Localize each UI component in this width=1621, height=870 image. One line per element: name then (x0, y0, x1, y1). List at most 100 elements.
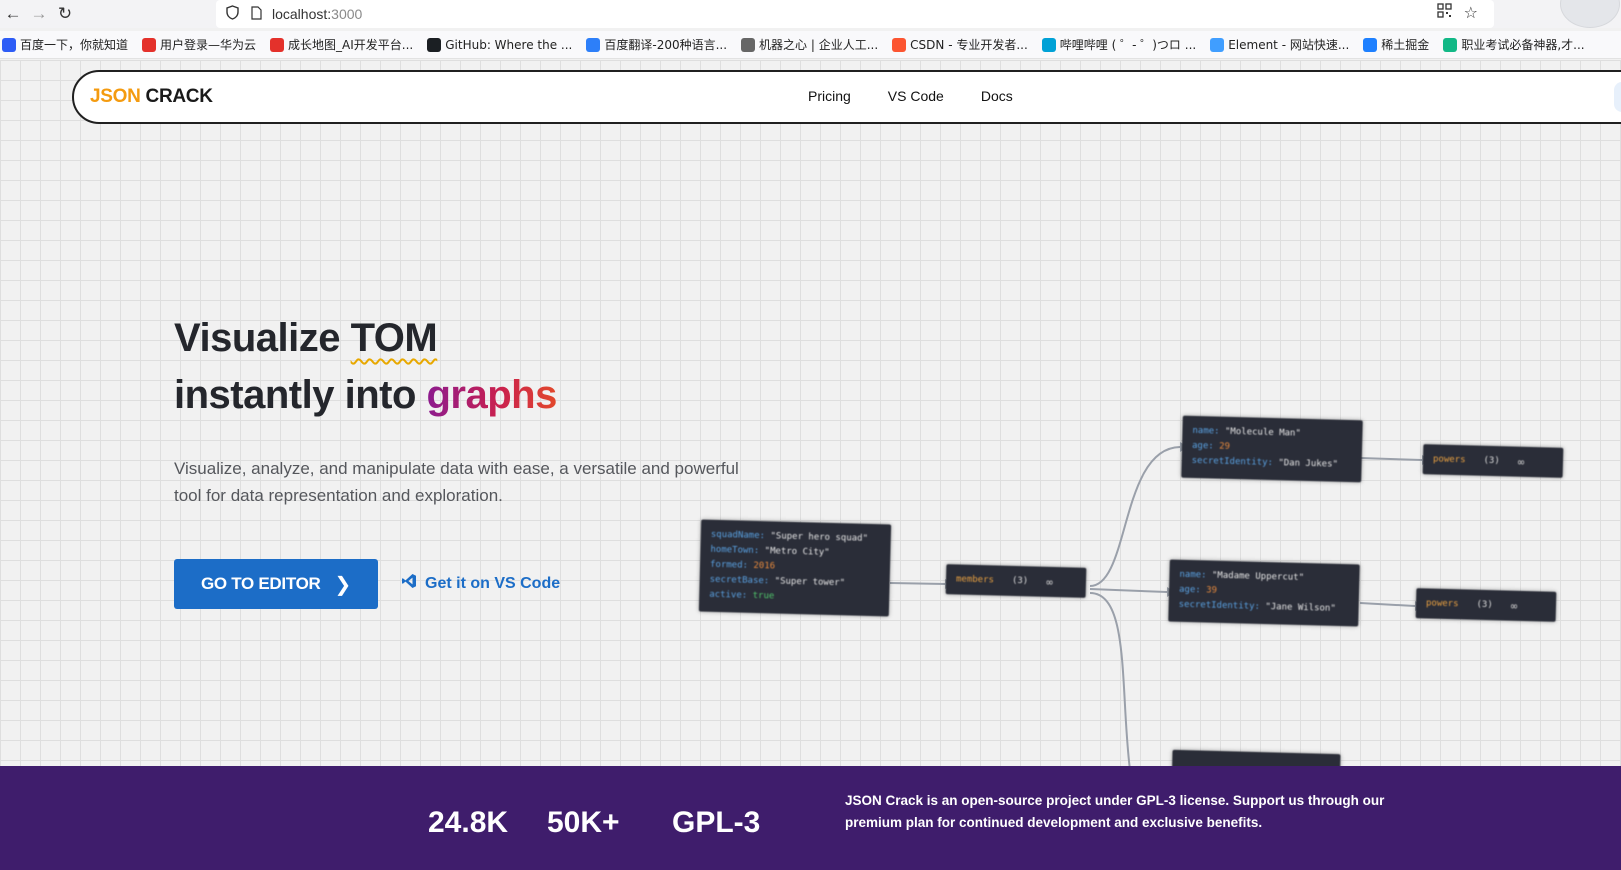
stats-band: 24.8K 50K+ GPL-3 JSON Crack is an open-s… (0, 766, 1621, 870)
node-key: secretBase: (709, 574, 775, 587)
node-value: "Dan Jukes" (1278, 458, 1339, 470)
node-key: formed: (709, 559, 754, 571)
graph-node-members: members (3) ∞ (945, 564, 1087, 598)
address-bar[interactable]: localhost: 3000 ☆ (216, 0, 1494, 28)
forward-arrow-icon[interactable]: → (26, 1, 52, 27)
bookmark-label: 百度翻译-200种语言... (604, 38, 728, 52)
node-key: active: (709, 589, 753, 601)
node-row: active: true (709, 588, 879, 607)
bookmark-favicon-icon (741, 37, 756, 52)
bookmark-label: GitHub: Where the ... (445, 37, 573, 52)
bookmark-item[interactable]: 哔哩哔哩 ( ゜- ゜)つロ ... (1041, 36, 1197, 53)
node-key: age: (1191, 440, 1220, 452)
bookmark-item[interactable]: CSDN - 专业开发者... (892, 36, 1028, 53)
graph-node-member-2: name: "Madame Uppercut" age: 39 secretIden… (1168, 559, 1360, 627)
page-icon (251, 5, 262, 23)
node-key: age: (1178, 584, 1207, 596)
logo-json: JSON (90, 86, 141, 107)
graph-node-powers-2: powers (3) ∞ (1415, 588, 1557, 622)
bookmark-item[interactable]: 用户登录—华为云 (142, 36, 256, 53)
node-value: "Madame Uppercut" (1211, 570, 1305, 584)
title-tom: TOM (350, 316, 438, 360)
vscode-icon (401, 573, 417, 594)
chevron-right-icon: ❯ (334, 573, 352, 596)
bookmark-item[interactable]: 职业考试必备神器,才... (1443, 36, 1585, 53)
bookmark-label: 职业考试必备神器,才... (1461, 38, 1585, 52)
bookmark-item[interactable]: 稀土掘金 (1363, 36, 1429, 53)
bookmark-label: 哔哩哔哩 ( ゜- ゜)つロ ... (1059, 38, 1197, 52)
url-host: localhost: (272, 6, 332, 22)
footer-description: JSON Crack is an open-source project und… (845, 793, 1385, 830)
cta-label: GO TO EDITOR (201, 574, 321, 593)
link-icon: ∞ (1510, 599, 1518, 613)
bookmark-favicon-icon (2, 37, 16, 52)
nav-vscode[interactable]: VS Code (888, 88, 944, 104)
node-value: 29 (1219, 441, 1231, 452)
page-canvas: JSON CRACK Pricing VS Code Docs Visualiz… (0, 60, 1621, 870)
powers-2-label: powers (1425, 597, 1459, 609)
go-to-editor-button[interactable]: GO TO EDITOR ❯ (174, 559, 378, 609)
bookmark-favicon-icon (586, 37, 601, 52)
node-key: name: (1179, 569, 1213, 581)
bookmark-favicon-icon (427, 37, 442, 52)
powers-2-count: (3) (1476, 599, 1493, 610)
bookmark-label: Element - 网站快速... (1228, 38, 1350, 52)
bookmark-favicon-icon (1443, 37, 1458, 52)
node-value: "Metro City" (764, 546, 830, 558)
nav-docs[interactable]: Docs (981, 88, 1013, 104)
nav-pricing[interactable]: Pricing (808, 88, 851, 104)
header-action-button[interactable] (1614, 82, 1621, 112)
bookmark-label: CSDN - 专业开发者... (910, 38, 1028, 52)
title-graphs: graphs (426, 373, 558, 417)
site-header: JSON CRACK Pricing VS Code Docs (72, 70, 1621, 124)
node-value: "Super tower" (774, 576, 846, 589)
node-row: secretIdentity: "Jane Wilson" (1178, 598, 1348, 617)
shield-icon[interactable] (226, 5, 239, 23)
graph-node-member-1: name: "Molecule Man" age: 29 secretIdentit… (1181, 415, 1363, 483)
node-value: 2016 (753, 560, 776, 572)
vscode-link[interactable]: Get it on VS Code (401, 573, 560, 594)
bookmark-favicon-icon (1363, 37, 1378, 52)
title-prefix: Visualize (174, 316, 351, 360)
bookmark-item[interactable]: 机器之心 | 企业人工... (741, 36, 878, 53)
bookmark-item[interactable]: 百度翻译-200种语言... (586, 36, 727, 53)
vscode-label: Get it on VS Code (425, 574, 561, 592)
bookmark-favicon-icon (1041, 37, 1056, 52)
reload-icon[interactable]: ↻ (52, 1, 78, 27)
hero-description: Visualize, analyze, and manipulate data … (174, 459, 739, 505)
node-key: secretIdentity: (1191, 455, 1279, 469)
stat-license: GPL-3 (672, 806, 761, 839)
powers-1-count: (3) (1483, 455, 1500, 466)
node-key: name: (1192, 425, 1226, 437)
url-port: 3000 (331, 6, 363, 22)
graph-node-root: squadName: "Super hero squad" homeTown: "… (698, 519, 892, 617)
bookmark-label: 成长地图_AI开发平台... (288, 38, 414, 52)
main-nav: Pricing VS Code Docs (808, 88, 1013, 104)
qr-code-icon[interactable] (1437, 3, 1452, 23)
node-value: "Molecule Man" (1224, 426, 1301, 439)
node-value: "Jane Wilson" (1265, 602, 1336, 614)
stat-stars: 24.8K (428, 806, 509, 839)
node-value: 39 (1206, 585, 1218, 596)
bookmark-label: 百度一下，你就知道 (20, 38, 129, 52)
node-value: "Super hero squad" (770, 531, 869, 544)
site-logo[interactable]: JSON CRACK (90, 86, 213, 108)
powers-1-label: powers (1432, 453, 1466, 465)
hero-title: Visualize TOM instantly into graphs (174, 310, 557, 424)
node-key: squadName: (710, 529, 771, 542)
bookmark-label: 稀土掘金 (1381, 38, 1430, 52)
bookmark-item[interactable]: 百度一下，你就知道 (2, 36, 128, 53)
members-label: members (955, 573, 995, 585)
node-key: secretIdentity: (1178, 599, 1266, 613)
star-bookmark-icon[interactable]: ☆ (1464, 3, 1478, 23)
back-arrow-icon[interactable]: ← (0, 1, 26, 27)
title-line2: instantly into (174, 373, 427, 417)
bookmark-item[interactable]: 成长地图_AI开发平台... (270, 36, 413, 53)
bookmark-item[interactable]: Element - 网站快速... (1210, 36, 1349, 53)
link-icon: ∞ (1046, 575, 1053, 589)
bookmark-item[interactable]: GitHub: Where the ... (427, 37, 573, 52)
bookmarks-bar: 百度一下，你就知道 用户登录—华为云 成长地图_AI开发平台... GitHub: W… (0, 31, 1621, 59)
bookmark-label: 用户登录—华为云 (160, 38, 257, 52)
members-count: (3) (1011, 575, 1029, 586)
node-value: true (752, 590, 775, 602)
